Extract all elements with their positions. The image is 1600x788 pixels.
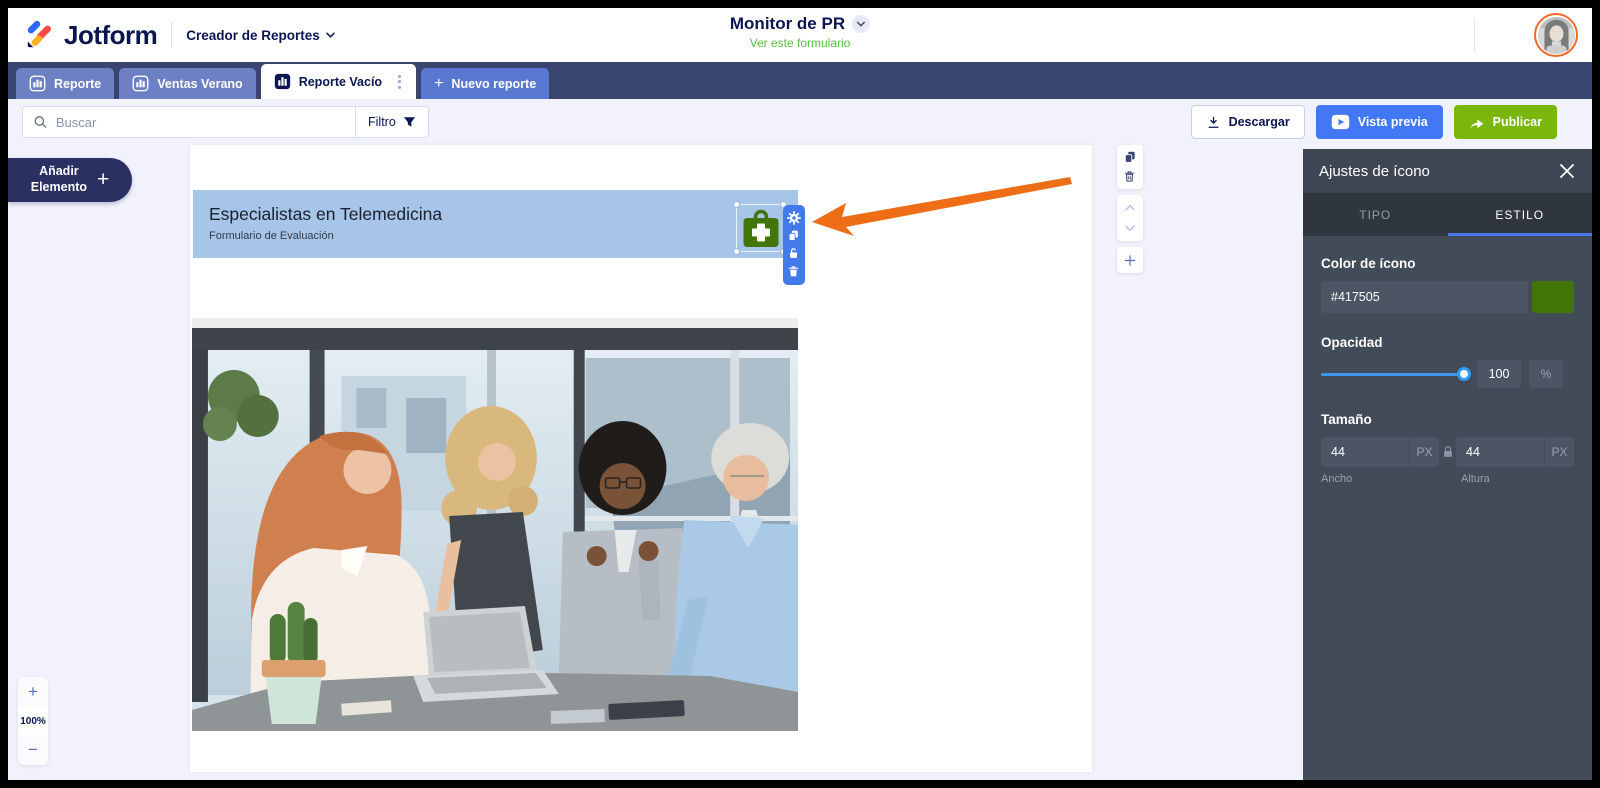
plus-icon: + bbox=[97, 168, 110, 191]
page-order-card bbox=[1117, 195, 1143, 241]
chevron-down-icon bbox=[857, 21, 866, 27]
report-image-element[interactable] bbox=[192, 318, 798, 731]
width-input[interactable] bbox=[1321, 437, 1409, 467]
chevron-down-icon bbox=[326, 32, 335, 38]
element-toolbar bbox=[783, 205, 805, 285]
height-input[interactable] bbox=[1456, 437, 1544, 467]
icon-color-label: Color de ícono bbox=[1321, 256, 1416, 271]
user-avatar[interactable] bbox=[1534, 13, 1578, 57]
width-sublabel: Ancho bbox=[1321, 473, 1353, 485]
height-unit: PX bbox=[1544, 437, 1574, 467]
opacity-slider[interactable] bbox=[1321, 367, 1471, 381]
funnel-icon bbox=[403, 117, 415, 127]
add-element-button[interactable]: Añadir Elemento + bbox=[8, 158, 132, 202]
play-icon bbox=[1331, 114, 1349, 130]
move-up-icon[interactable] bbox=[1123, 201, 1137, 215]
opacity-value-input[interactable] bbox=[1477, 360, 1521, 388]
medical-kit-icon bbox=[743, 209, 779, 247]
zoom-level: 100% bbox=[18, 707, 48, 735]
report-chart-icon bbox=[274, 73, 290, 90]
width-unit: PX bbox=[1409, 437, 1439, 467]
divider bbox=[1474, 18, 1475, 52]
panel-tabs: TIPO ESTILO bbox=[1303, 193, 1592, 236]
download-button[interactable]: Descargar bbox=[1190, 105, 1305, 139]
brand-name: Jotform bbox=[64, 19, 158, 50]
slider-thumb[interactable] bbox=[1457, 367, 1471, 381]
panel-title: Ajustes de ícono bbox=[1319, 162, 1430, 180]
action-toolbar: Filtro Descargar Vista previa Publicar bbox=[8, 99, 1592, 145]
opacity-unit: % bbox=[1529, 360, 1563, 388]
unlock-icon[interactable] bbox=[787, 247, 801, 261]
product-switcher[interactable]: Creador de Reportes bbox=[186, 28, 336, 43]
view-form-link[interactable]: Ver este formulario bbox=[730, 36, 870, 50]
office-team-photo bbox=[192, 318, 798, 731]
tab-options-menu-icon[interactable] bbox=[396, 72, 403, 92]
selected-icon-element[interactable] bbox=[733, 201, 787, 255]
avatar-photo bbox=[1537, 16, 1575, 54]
form-title-menu[interactable]: Monitor de PR bbox=[729, 14, 871, 34]
report-builder: Jotform Creador de Reportes Monitor de P… bbox=[8, 8, 1592, 780]
zoom-out-button[interactable]: − bbox=[18, 735, 48, 765]
icon-settings-panel: Ajustes de ícono TIPO ESTILO Color de íc… bbox=[1303, 149, 1592, 780]
tab-ventas-verano[interactable]: Ventas Verano bbox=[119, 68, 256, 99]
duplicate-icon[interactable] bbox=[787, 229, 801, 243]
zoom-in-button[interactable]: + bbox=[18, 677, 48, 707]
plus-icon: + bbox=[434, 74, 444, 92]
tab-tipo[interactable]: TIPO bbox=[1303, 193, 1448, 236]
size-label: Tamaño bbox=[1321, 412, 1372, 427]
move-down-icon[interactable] bbox=[1123, 221, 1137, 235]
resize-handle[interactable] bbox=[733, 201, 740, 208]
settings-gear-icon[interactable] bbox=[787, 211, 801, 225]
add-page-card bbox=[1117, 247, 1143, 273]
publish-button[interactable]: Publicar bbox=[1453, 105, 1557, 139]
lock-ratio-icon[interactable] bbox=[1439, 445, 1456, 459]
add-page-icon[interactable] bbox=[1123, 253, 1137, 267]
opacity-label: Opacidad bbox=[1321, 335, 1383, 350]
workspace: Especialistas en Telemedicina Formulario… bbox=[8, 145, 1592, 780]
app-window: Jotform Creador de Reportes Monitor de P… bbox=[0, 0, 1600, 788]
top-header: Jotform Creador de Reportes Monitor de P… bbox=[8, 8, 1592, 62]
resize-handle[interactable] bbox=[733, 248, 740, 255]
report-canvas[interactable]: Especialistas en Telemedicina Formulario… bbox=[190, 145, 1092, 772]
duplicate-page-icon[interactable] bbox=[1123, 150, 1137, 164]
report-subtitle: Formulario de Evaluación bbox=[209, 230, 334, 242]
form-title-chevron[interactable] bbox=[852, 15, 871, 33]
jotform-logo-icon[interactable] bbox=[24, 20, 54, 50]
color-swatch[interactable] bbox=[1532, 281, 1574, 313]
report-header-element[interactable]: Especialistas en Telemedicina Formulario… bbox=[193, 190, 798, 258]
height-sublabel: Altura bbox=[1461, 473, 1490, 485]
close-icon[interactable] bbox=[1558, 162, 1576, 180]
icon-color-input[interactable] bbox=[1321, 281, 1528, 313]
tab-reporte-vacio[interactable]: Reporte Vacío bbox=[260, 64, 417, 99]
report-title: Especialistas en Telemedicina bbox=[209, 204, 443, 224]
tab-reporte[interactable]: Reporte bbox=[16, 68, 115, 99]
delete-page-icon[interactable] bbox=[1123, 170, 1137, 184]
preview-button[interactable]: Vista previa bbox=[1315, 105, 1443, 139]
search-input[interactable] bbox=[55, 114, 345, 130]
download-icon bbox=[1208, 116, 1219, 128]
tab-estilo[interactable]: ESTILO bbox=[1447, 193, 1593, 236]
form-title: Monitor de PR bbox=[729, 14, 846, 33]
search-icon bbox=[34, 116, 47, 128]
trash-icon[interactable] bbox=[787, 265, 801, 279]
page-actions-card bbox=[1117, 145, 1143, 189]
report-chart-icon bbox=[29, 75, 46, 92]
zoom-control: + 100% − bbox=[18, 677, 48, 765]
filter-button[interactable]: Filtro bbox=[355, 106, 429, 138]
new-report-button[interactable]: + Nuevo reporte bbox=[421, 68, 550, 99]
search-box[interactable] bbox=[22, 106, 355, 138]
send-arrow-icon bbox=[1470, 119, 1484, 128]
report-chart-icon bbox=[132, 75, 149, 92]
report-tabs: Reporte Ventas Verano Reporte Vacío + Nu… bbox=[8, 62, 1592, 99]
divider bbox=[171, 22, 173, 48]
